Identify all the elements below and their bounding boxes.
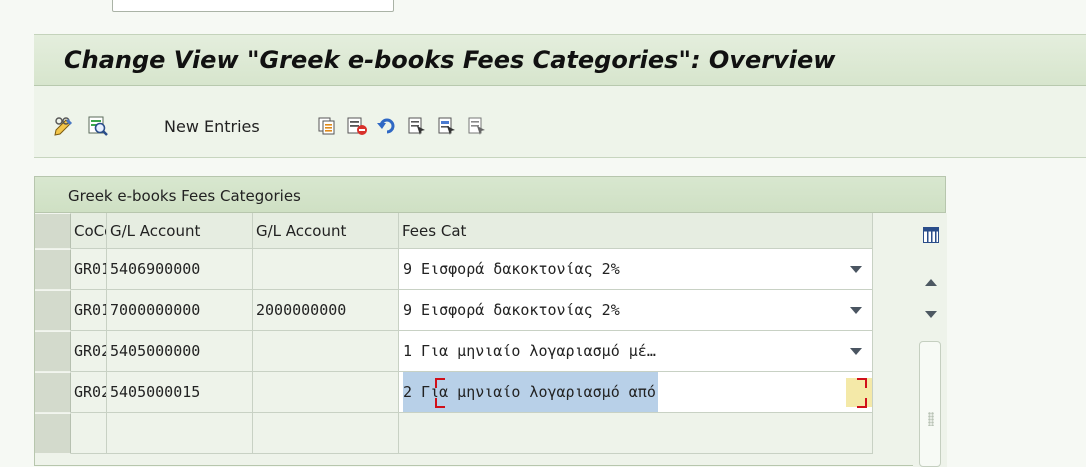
fees-cat-dropdown[interactable]: 9 Εισφορά δακοκτονίας 2% — [399, 249, 873, 290]
table-title: Greek e-books Fees Categories — [68, 187, 301, 205]
chevron-down-icon[interactable] — [850, 348, 862, 355]
gl-account-cell: 7000000000 — [107, 290, 253, 331]
title-bar: Change View "Greek e-books Fees Categori… — [34, 34, 1086, 86]
cocd-cell: GR02 — [71, 331, 107, 372]
chevron-down-icon[interactable] — [850, 266, 862, 273]
copy-as-icon[interactable] — [316, 114, 338, 138]
new-entries-button[interactable]: New Entries — [164, 117, 260, 136]
other-entry-icon[interactable] — [86, 114, 110, 138]
deselect-all-icon[interactable] — [466, 114, 488, 138]
select-block-icon[interactable] — [436, 114, 458, 138]
scroll-up-icon[interactable] — [925, 279, 937, 286]
table-header-bar: Greek e-books Fees Categories — [35, 177, 945, 213]
delete-icon[interactable] — [346, 114, 368, 138]
empty-cell — [71, 413, 107, 454]
row-selector[interactable] — [35, 290, 71, 331]
column-header-gl-account[interactable]: G/L Account — [107, 213, 253, 249]
fees-cat-value: 9 Εισφορά δακοκτονίας 2% — [403, 260, 620, 278]
display-change-icon[interactable] — [52, 114, 76, 138]
table-control: Greek e-books Fees Categories CoCd G/L A… — [34, 176, 947, 467]
row-selector[interactable] — [35, 413, 71, 454]
gl-account-cell: 5405000015 — [107, 372, 253, 413]
fees-cat-dropdown[interactable]: 9 Εισφορά δακοκτονίας 2% — [399, 290, 873, 331]
empty-cell — [399, 413, 873, 454]
gl-account-cell: 5405000000 — [107, 331, 253, 372]
cocd-cell: GR01 — [71, 290, 107, 331]
chevron-down-icon[interactable] — [850, 307, 862, 314]
gl-account-cell: 5406900000 — [107, 249, 253, 290]
scroll-down-icon[interactable] — [925, 311, 937, 318]
scroll-grip-icon[interactable] — [928, 412, 934, 426]
fees-cat-value: 2 Για μηνιαίο λογαριασμό από — [403, 372, 658, 412]
gl-account-2-cell — [253, 249, 399, 290]
select-all-icon[interactable] — [406, 114, 428, 138]
column-header-fees-cat[interactable]: Fees Cat — [399, 213, 873, 249]
fees-cat-value: 1 Για μηνιαίο λογαριασμό μέ… — [403, 342, 656, 360]
column-header-gl-account-2[interactable]: G/L Account — [253, 213, 399, 249]
application-toolbar: New Entries — [34, 86, 1086, 158]
empty-cell — [107, 413, 253, 454]
column-header-cocd[interactable]: CoCd — [71, 213, 107, 249]
row-selector[interactable] — [35, 331, 71, 372]
row-selector[interactable] — [35, 249, 71, 290]
select-all-rows-button[interactable] — [35, 213, 71, 249]
fees-cat-dropdown-focused[interactable]: 2 Για μηνιαίο λογαριασμό από — [399, 372, 873, 413]
cocd-cell: GR02 — [71, 372, 107, 413]
fees-cat-value: 9 Εισφορά δακοκτονίας 2% — [403, 301, 620, 319]
page-title: Change View "Greek e-books Fees Categori… — [64, 46, 836, 74]
fees-cat-dropdown[interactable]: 1 Για μηνιαίο λογαριασμό μέ… — [399, 331, 873, 372]
cocd-cell: GR01 — [71, 249, 107, 290]
gl-account-2-cell: 2000000000 — [253, 290, 399, 331]
undo-change-icon[interactable] — [376, 114, 398, 138]
command-field[interactable] — [112, 0, 394, 12]
empty-cell — [253, 413, 399, 454]
row-selector[interactable] — [35, 372, 71, 413]
dropdown-button-highlight — [846, 378, 872, 407]
column-settings-icon[interactable] — [923, 227, 939, 247]
gl-account-2-cell — [253, 331, 399, 372]
vertical-scrollbar — [913, 213, 947, 467]
scroll-track[interactable] — [919, 341, 941, 467]
gl-account-2-cell — [253, 372, 399, 413]
